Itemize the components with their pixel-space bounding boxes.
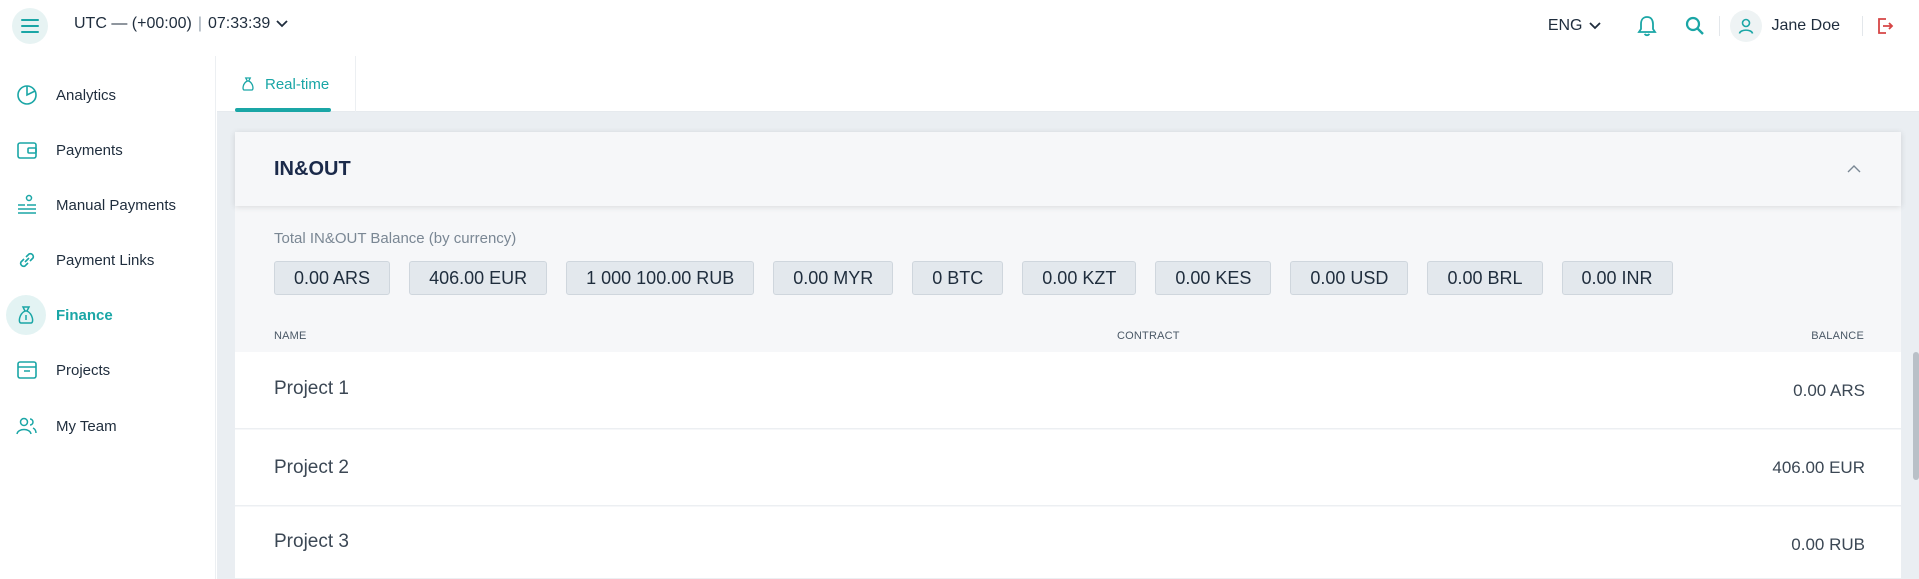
balance-chip: 0.00 BRL [1427, 261, 1543, 295]
project-name: Project 3 [274, 531, 349, 552]
project-name: Project 2 [274, 457, 349, 478]
timezone-label: UTC — (+00:00) [74, 15, 192, 32]
sidebar-item-label: Analytics [56, 86, 117, 104]
logout-button[interactable] [1873, 14, 1897, 38]
user-icon [1738, 18, 1753, 34]
sidebar-item-label: Finance [56, 306, 113, 324]
top-right-controls: ENG Jane Doe [1548, 0, 1919, 52]
language-label: ENG [1547, 17, 1583, 34]
column-header-balance: BALANCE [1811, 330, 1864, 342]
collapse-button[interactable] [1843, 158, 1865, 180]
sidebar-item-manual-payments[interactable]: Manual Payments [0, 183, 216, 227]
table-row[interactable]: Project 2 406.00 EUR [235, 430, 1901, 506]
tab-label: Real-time [265, 75, 330, 93]
tab-real-time[interactable]: Real-time [235, 56, 333, 112]
sidebar-item-label: Payments [56, 141, 123, 159]
balance-chip: 0.00 USD [1290, 261, 1409, 295]
chevron-down-icon [1588, 22, 1601, 30]
sidebar-item-analytics[interactable]: Analytics [0, 73, 216, 117]
divider [1862, 16, 1863, 36]
timezone-separator: | [197, 15, 202, 32]
balance-chip: 406.00 EUR [409, 261, 548, 295]
in-out-card: IN&OUT Total IN&OUT Balance (by currency… [235, 132, 1901, 579]
user-name: Jane Doe [1771, 17, 1841, 34]
avatar [1729, 10, 1762, 42]
sidebar: Analytics Payments Manual Payments Payme… [0, 56, 216, 579]
hand-coins-icon [12, 190, 42, 220]
balance-chip: 0.00 MYR [773, 261, 894, 295]
card-header[interactable]: IN&OUT [235, 132, 1901, 206]
table-row[interactable]: Project 3 0.00 RUB [235, 507, 1901, 579]
divider [1718, 16, 1720, 36]
main-content: Real-time IN&OUT Total IN&OUT Balance (b… [217, 56, 1919, 579]
sidebar-item-projects[interactable]: Projects [0, 348, 216, 392]
user-menu[interactable]: Jane Doe [1729, 10, 1841, 42]
logout-icon [1878, 18, 1894, 34]
sidebar-item-label: Projects [56, 361, 111, 379]
column-header-name: NAME [274, 330, 307, 342]
archive-box-icon [12, 355, 42, 385]
bell-icon [1636, 16, 1657, 37]
sidebar-item-my-team[interactable]: My Team [0, 404, 216, 448]
active-tab-indicator [235, 108, 331, 112]
pie-chart-icon [12, 80, 42, 110]
balance-chip: 0 BTC [912, 261, 1004, 295]
hamburger-icon [21, 19, 39, 33]
project-balance: 406.00 EUR [1772, 458, 1865, 477]
table-row[interactable]: Project 1 0.00 ARS [235, 352, 1901, 429]
project-balance: 0.00 RUB [1791, 535, 1865, 554]
balance-chip: 1 000 100.00 RUB [566, 261, 755, 295]
chevron-down-icon [276, 20, 288, 28]
sidebar-item-payment-links[interactable]: Payment Links [0, 238, 216, 282]
project-balance: 0.00 ARS [1793, 381, 1865, 400]
money-bag-icon [242, 77, 254, 91]
balance-chip: 0.00 INR [1561, 261, 1673, 295]
sidebar-item-label: My Team [56, 417, 117, 435]
search-icon [1685, 16, 1704, 35]
sidebar-item-label: Payment Links [56, 251, 155, 269]
language-selector[interactable]: ENG [1548, 17, 1601, 35]
tab-bar: Real-time [217, 56, 1919, 112]
balance-chip: 0.00 KZT [1022, 261, 1137, 295]
currency-balances: 0.00 ARS 406.00 EUR 1 000 100.00 RUB 0.0… [274, 261, 1673, 295]
top-bar: UTC — (+00:00) | 07:33:39 ENG Jane Doe [0, 0, 1919, 56]
search-button[interactable] [1683, 14, 1707, 38]
link-icon [12, 245, 42, 275]
timezone-selector[interactable]: UTC — (+00:00) | 07:33:39 [74, 15, 288, 33]
sidebar-item-finance[interactable]: Finance [0, 293, 216, 337]
current-time: 07:33:39 [207, 15, 271, 32]
sidebar-item-label: Manual Payments [56, 196, 177, 214]
menu-button[interactable] [12, 8, 48, 44]
chevron-up-icon [1847, 165, 1861, 173]
balance-chip: 0.00 ARS [274, 261, 391, 295]
balance-label: Total IN&OUT Balance (by currency) [274, 230, 517, 247]
sidebar-item-payments[interactable]: Payments [0, 128, 216, 172]
notifications-button[interactable] [1635, 14, 1659, 38]
divider [355, 56, 356, 112]
team-icon [12, 411, 42, 441]
column-header-contract: CONTRACT [1117, 330, 1180, 342]
wallet-icon [12, 135, 42, 165]
scrollbar[interactable] [1913, 352, 1919, 480]
card-title: IN&OUT [274, 157, 351, 180]
money-bag-icon [6, 295, 46, 335]
project-name: Project 1 [274, 378, 349, 399]
balance-chip: 0.00 KES [1155, 261, 1272, 295]
